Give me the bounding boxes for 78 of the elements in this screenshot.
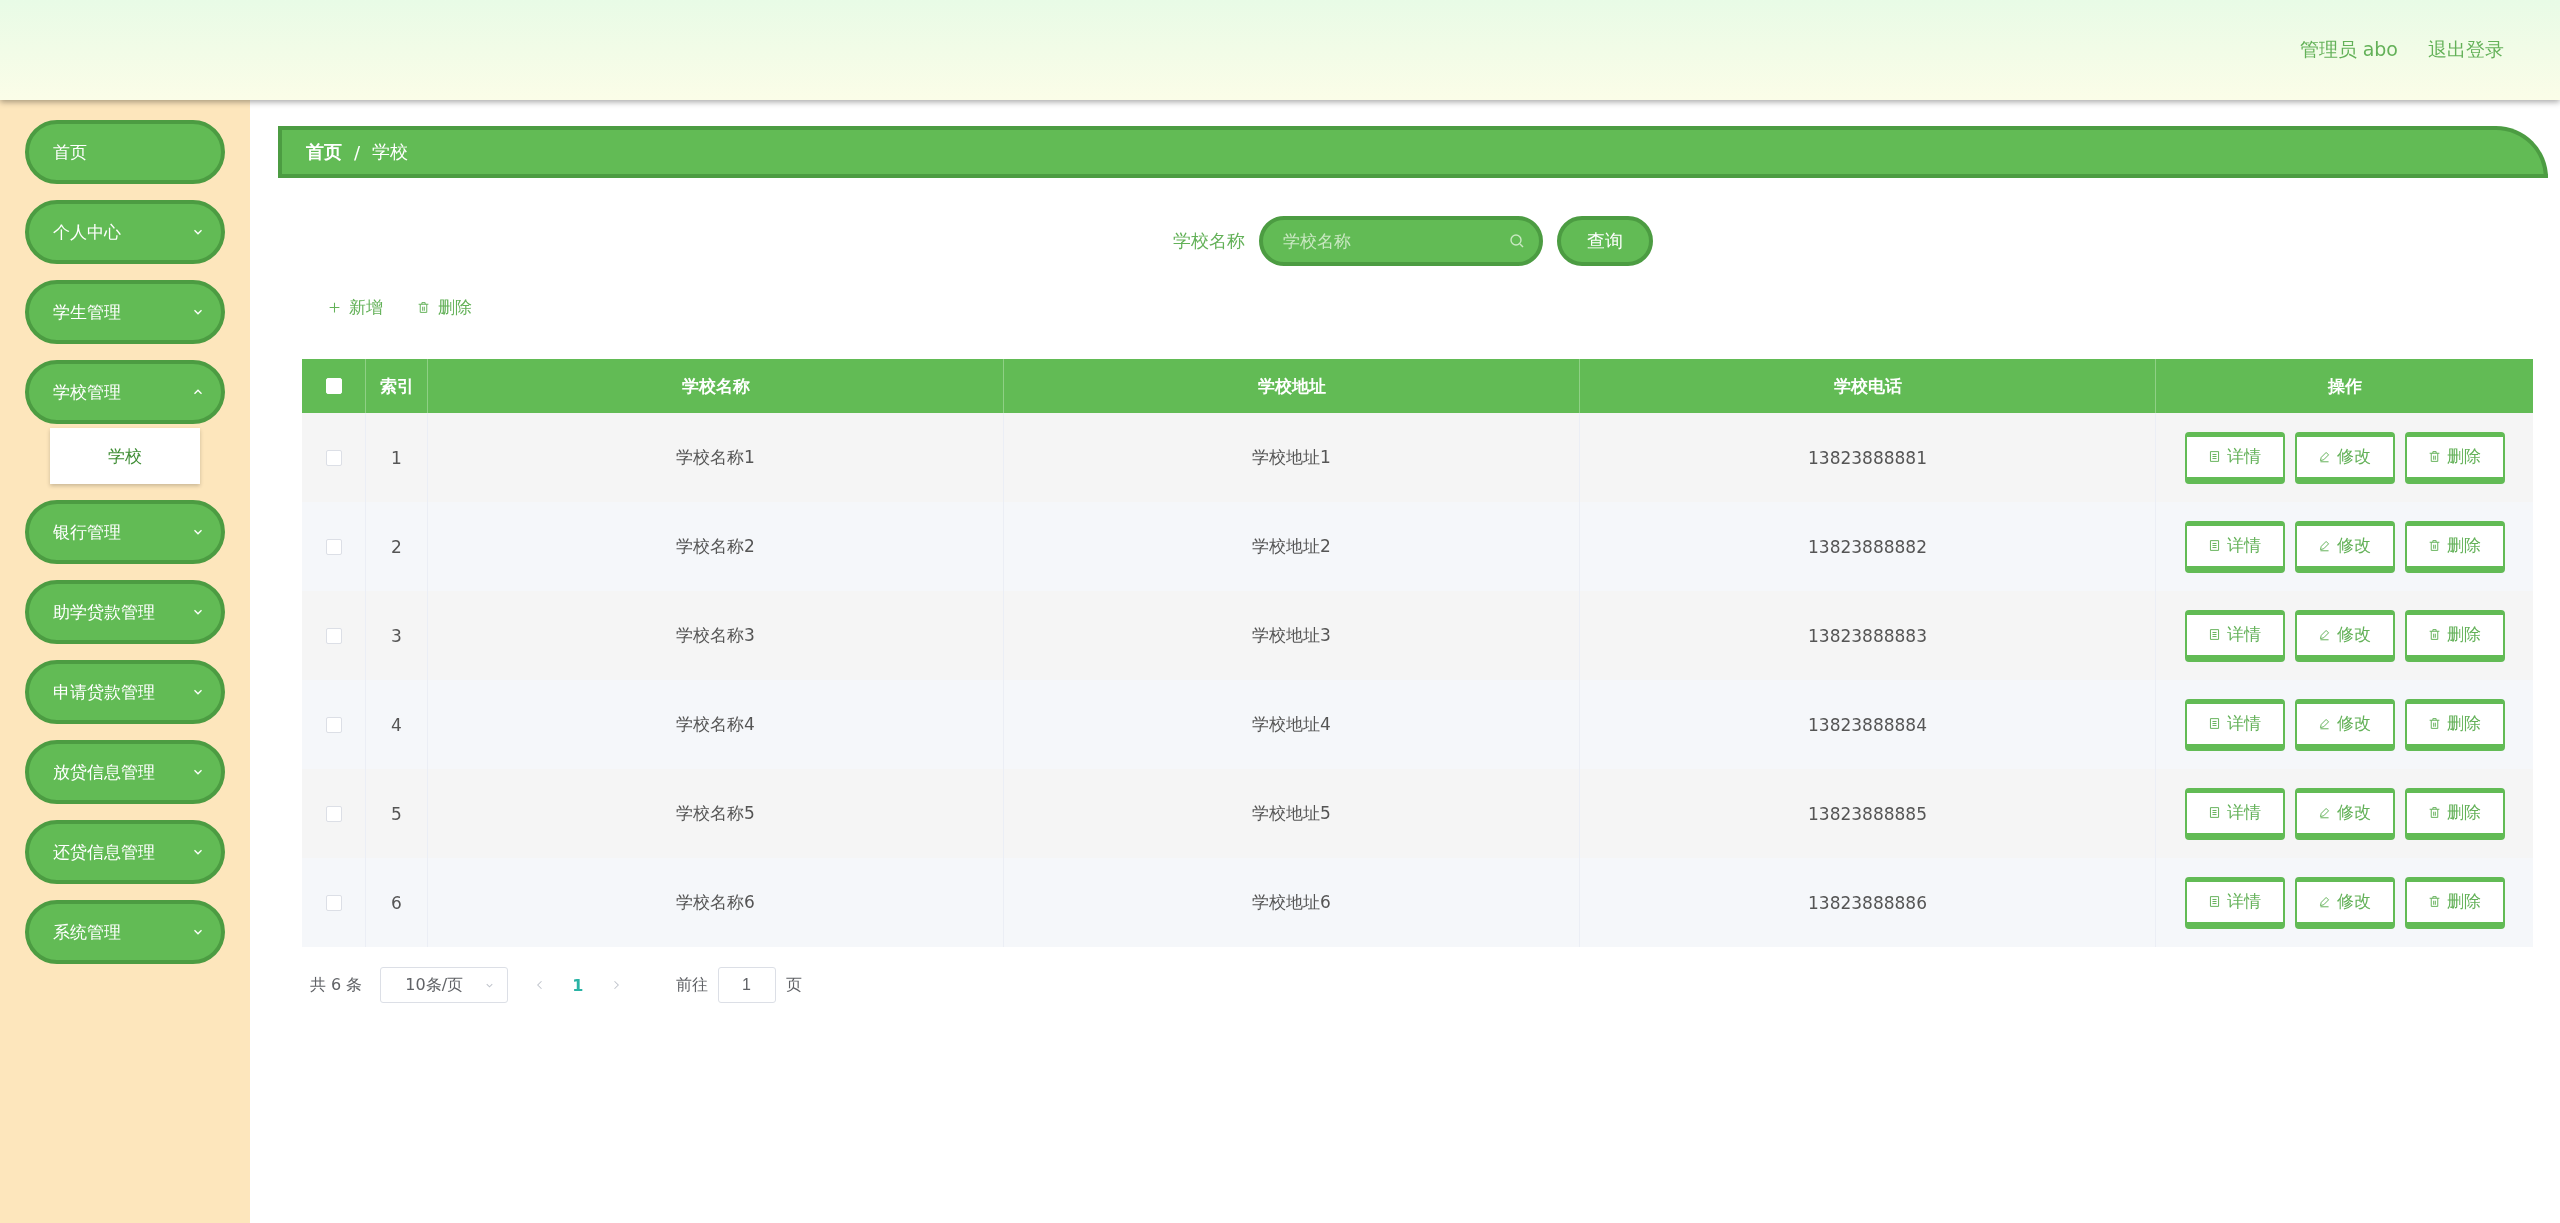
edit-button[interactable]: 修改 — [2294, 787, 2395, 840]
delete-icon — [2428, 806, 2441, 819]
delete-button[interactable]: 删除 — [2404, 609, 2505, 662]
row-checkbox[interactable] — [325, 716, 342, 733]
row-checkbox[interactable] — [325, 894, 342, 911]
document-icon — [2208, 450, 2221, 463]
document-icon — [2208, 717, 2221, 730]
edit-icon — [2318, 450, 2331, 463]
sidebar-submenu-item[interactable]: 学校 — [50, 428, 200, 484]
select-all-checkbox[interactable] — [325, 378, 342, 394]
edit-icon — [2318, 717, 2331, 730]
admin-user-label: 管理员 abo — [2299, 37, 2398, 62]
edit-button[interactable]: 修改 — [2294, 609, 2395, 662]
page-number[interactable]: 1 — [572, 975, 584, 995]
table-cell: 6 — [366, 858, 428, 947]
sidebar-menu-item[interactable]: 放贷信息管理 — [25, 740, 225, 804]
row-checkbox[interactable] — [325, 805, 342, 822]
search-label: 学校名称 — [1173, 229, 1245, 253]
delete-icon — [2428, 895, 2441, 908]
document-icon — [2208, 895, 2221, 908]
edit-button[interactable]: 修改 — [2294, 431, 2395, 484]
delete-button[interactable]: 删除 — [2404, 431, 2505, 484]
sidebar-menu-item[interactable]: 首页 — [25, 120, 225, 184]
detail-button[interactable]: 详情 — [2184, 698, 2285, 751]
page-input[interactable]: 1 — [717, 967, 776, 1003]
document-icon — [2208, 628, 2221, 641]
breadcrumb-item: 学校 — [372, 140, 409, 164]
delete-icon — [2428, 628, 2441, 641]
sidebar-menu-item[interactable]: 学生管理 — [25, 280, 225, 344]
table-cell: 学校地址6 — [1004, 858, 1580, 947]
document-icon — [2208, 806, 2221, 819]
row-checkbox[interactable] — [325, 627, 342, 644]
detail-button[interactable]: 详情 — [2184, 520, 2285, 573]
page-suffix: 页 — [785, 974, 802, 996]
row-checkbox[interactable] — [325, 449, 342, 466]
edit-icon — [2318, 895, 2331, 908]
delete-icon — [417, 301, 430, 314]
detail-button[interactable]: 详情 — [2184, 787, 2285, 840]
delete-button[interactable]: 删除 — [2404, 520, 2505, 573]
delete-icon — [2428, 717, 2441, 730]
sidebar-menu-item[interactable]: 学校管理 — [25, 360, 225, 424]
column-header: 操作 — [2326, 374, 2363, 398]
edit-button[interactable]: 修改 — [2294, 698, 2395, 751]
sidebar-menu-item[interactable]: 个人中心 — [25, 200, 225, 264]
search-field[interactable]: 学校名称 — [1259, 216, 1543, 266]
edit-icon — [2318, 539, 2331, 552]
delete-button[interactable]: 删除 — [2404, 698, 2505, 751]
sidebar-menu-item[interactable]: 系统管理 — [25, 900, 225, 964]
delete-button[interactable]: 删除 — [417, 292, 472, 323]
sidebar-menu-item[interactable]: 银行管理 — [25, 500, 225, 564]
search-button[interactable]: 查询 — [1557, 216, 1653, 266]
delete-icon — [2428, 450, 2441, 463]
edit-icon — [2318, 628, 2331, 641]
search-icon — [1509, 233, 1525, 249]
plus-icon — [328, 301, 341, 314]
sidebar-menu-item[interactable]: 申请贷款管理 — [25, 660, 225, 724]
logout-link[interactable]: 退出登录 — [2428, 37, 2504, 63]
add-button[interactable]: 新增 — [328, 292, 383, 323]
detail-button[interactable]: 详情 — [2184, 431, 2285, 484]
page-size-select[interactable]: 10条/页 — [380, 967, 509, 1003]
edit-button[interactable]: 修改 — [2294, 520, 2395, 573]
detail-button[interactable]: 详情 — [2184, 609, 2285, 662]
total-count: 共 6 条 — [310, 974, 363, 996]
detail-button[interactable]: 详情 — [2184, 876, 2285, 929]
sidebar-menu-item[interactable]: 还贷信息管理 — [25, 820, 225, 884]
document-icon — [2208, 539, 2221, 552]
edit-button[interactable]: 修改 — [2294, 876, 2395, 929]
table-cell: 学校名称6 — [428, 858, 1004, 947]
sidebar-menu-item[interactable]: 助学贷款管理 — [25, 580, 225, 644]
delete-button[interactable]: 删除 — [2404, 876, 2505, 929]
edit-icon — [2318, 806, 2331, 819]
breadcrumb-item[interactable]: 首页 — [306, 140, 342, 164]
table-cell: 13823888886 — [1580, 858, 2156, 947]
breadcrumb-separator: / — [354, 141, 361, 163]
row-checkbox[interactable] — [325, 538, 342, 555]
delete-button[interactable]: 删除 — [2404, 787, 2505, 840]
goto-label: 前往 — [675, 974, 708, 996]
delete-icon — [2428, 539, 2441, 552]
